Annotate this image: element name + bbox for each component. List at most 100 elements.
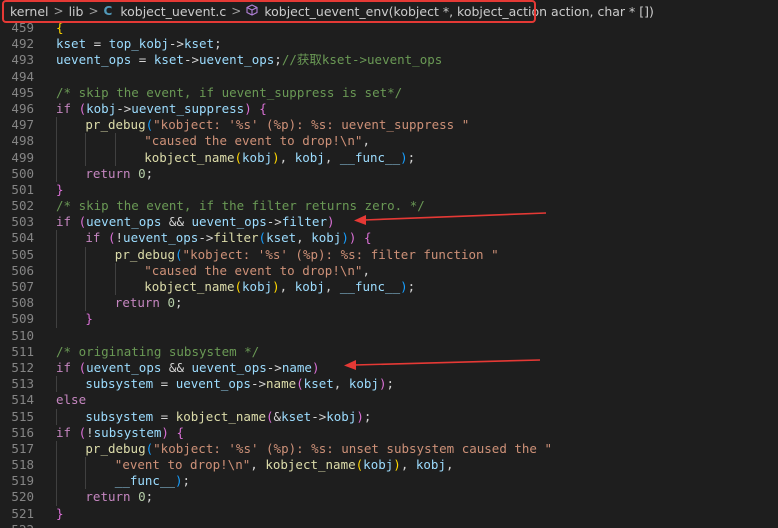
indent-guide	[85, 295, 87, 312]
method-cube-icon	[244, 4, 262, 18]
code-token: filter	[213, 230, 259, 246]
line-number: 500	[11, 165, 34, 181]
code-token: pr_debug	[85, 440, 146, 456]
code-token: }	[56, 505, 64, 521]
code-line[interactable]: 513 subsystem = uevent_ops->name(kset, ko…	[0, 376, 778, 393]
code-token: (	[78, 100, 87, 116]
code-line[interactable]: 519 __func__);	[0, 473, 778, 490]
code-token: )	[161, 424, 169, 440]
indent-guide	[56, 230, 57, 247]
code-token: ;	[274, 52, 282, 68]
breadcrumb-item-lib[interactable]: lib	[67, 4, 86, 19]
code-line[interactable]: 506 "caused the event to drop!\n",	[0, 262, 778, 279]
code-token: kobj	[242, 149, 273, 165]
code-token: uevent_ops	[175, 376, 251, 392]
code-line[interactable]: 494	[0, 69, 778, 85]
breadcrumb-item-kernel[interactable]: kernel	[0, 4, 51, 19]
code-line[interactable]: 508 return 0;	[0, 295, 778, 312]
code-token: ;	[407, 149, 416, 165]
code-token: }	[85, 311, 93, 327]
code-token: if	[56, 100, 72, 116]
code-line[interactable]: 497 pr_debug("kobject: '%s' (%p): %s: uev…	[0, 117, 778, 134]
code-token: (	[78, 359, 87, 375]
code-token: (	[175, 246, 183, 262]
code-token: ,	[296, 230, 312, 246]
code-token: (	[258, 230, 267, 246]
indent-guide	[85, 457, 87, 474]
code-text: if (!subsystem) {	[56, 425, 184, 441]
breadcrumb-item-file[interactable]: kobject_uevent.c	[118, 4, 228, 19]
code-token: ,	[250, 457, 266, 473]
code-text: subsystem = uevent_ops->name(kset, kobj)…	[85, 376, 394, 392]
code-line[interactable]: 520 return 0;	[0, 489, 778, 506]
code-line[interactable]: 514 else	[0, 392, 778, 408]
code-text: kobject_name(kobj), kobj, __func__);	[144, 279, 415, 295]
code-text: }	[85, 311, 93, 327]
code-line[interactable]: 518 "event to drop!\n", kobject_name(kobj…	[0, 457, 778, 474]
code-line[interactable]: 501}	[0, 182, 778, 198]
code-text: kobject_name(kobj), kobj, __func__);	[144, 150, 415, 166]
code-token: )	[400, 149, 408, 165]
indent-guide	[56, 165, 57, 182]
code-token: subsystem	[85, 376, 154, 392]
indent-guide	[56, 149, 57, 166]
code-token: "kobject: '%s' (%p): %s: unset subsystem…	[153, 440, 552, 456]
code-text: }	[56, 506, 64, 522]
code-token: ->	[250, 376, 267, 392]
code-text: if (uevent_ops && uevent_ops->name)	[56, 360, 319, 376]
code-token: kobj	[415, 457, 446, 473]
code-line[interactable]: 493 uevent_ops = kset->uevent_ops;//获取kse…	[0, 52, 778, 68]
code-line[interactable]: 505 pr_debug("kobject: '%s' (%p): %s: fil…	[0, 246, 778, 263]
code-line[interactable]: 522	[0, 522, 778, 528]
code-token: subsystem	[85, 408, 154, 424]
line-number: 510	[11, 327, 34, 343]
code-line[interactable]: 495 /* skip the event, if uevent_suppress…	[0, 85, 778, 101]
code-token: else	[56, 392, 87, 408]
code-line[interactable]: 515 subsystem = kobject_name(&kset->kobj)…	[0, 408, 778, 425]
indent-guide	[85, 262, 87, 279]
code-text: /* originating subsystem */	[56, 344, 259, 360]
code-text: {	[56, 20, 64, 36]
code-token: }	[56, 181, 64, 197]
code-token: ,	[362, 262, 370, 278]
code-token: //获取kset->uevent_ops	[281, 52, 443, 68]
line-number: 502	[11, 198, 34, 214]
indent-guide	[56, 133, 57, 150]
code-line[interactable]: 510	[0, 328, 778, 344]
code-line[interactable]: 496 if (kobj->uevent_suppress) {	[0, 101, 778, 117]
code-token: 0	[167, 295, 176, 311]
code-token: kobject_name	[144, 279, 235, 294]
code-token: ,	[333, 376, 349, 392]
code-token: )	[175, 473, 183, 489]
indent-guide	[114, 149, 116, 166]
breadcrumb-item-function[interactable]: kobject_uevent_env(kobject *, kobject_ac…	[262, 4, 656, 19]
code-token: uevent_ops	[123, 230, 199, 246]
code-line[interactable]: 500 return 0;	[0, 165, 778, 182]
code-token: uevent_ops	[199, 52, 275, 68]
code-token: uevent_suppress	[131, 100, 245, 116]
indent-guide	[56, 457, 57, 474]
code-token: (	[78, 424, 87, 440]
code-token: subsystem	[93, 424, 162, 440]
code-line[interactable]: 492 kset = top_kobj->kset;	[0, 36, 778, 52]
code-line[interactable]: 498 "caused the event to drop!\n",	[0, 133, 778, 150]
code-token: ->	[183, 52, 200, 68]
code-line[interactable]: 521}	[0, 506, 778, 522]
code-line[interactable]: 516 if (!subsystem) {	[0, 425, 778, 441]
code-token: name	[281, 359, 312, 375]
code-line[interactable]: 509}	[0, 311, 778, 328]
code-line[interactable]: 504 if (!uevent_ops->filter(kset, kobj)) …	[0, 230, 778, 247]
code-text: }	[56, 182, 64, 198]
code-area[interactable]: 459{492 kset = top_kobj->kset; 493 uevent_o…	[0, 20, 778, 528]
code-line[interactable]: 517 pr_debug("kobject: '%s' (%p): %s: uns…	[0, 440, 778, 458]
code-line[interactable]: 499 kobject_name(kobj), kobj, __func__);	[0, 149, 778, 166]
code-line[interactable]: 507 kobject_name(kobj), kobj, __func__);	[0, 279, 778, 296]
code-token: ,	[279, 279, 295, 294]
line-number: 501	[11, 181, 34, 197]
code-text: return 0;	[85, 166, 153, 182]
code-token: ,	[324, 149, 340, 165]
code-token: (	[145, 440, 154, 456]
code-line[interactable]: 459 {	[0, 20, 778, 36]
line-number: 515	[11, 408, 34, 424]
